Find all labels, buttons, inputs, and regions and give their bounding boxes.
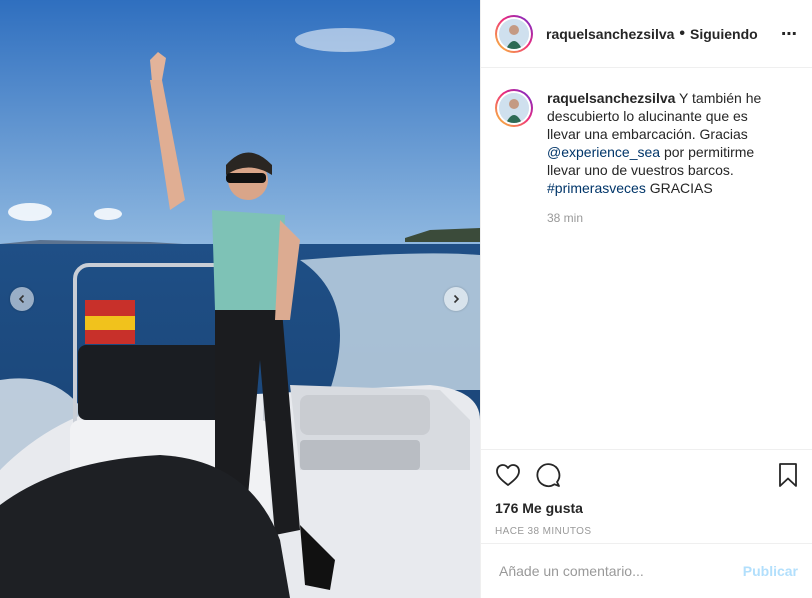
post-header: raquelsanchezsilva • Siguiendo ⋯ — [481, 0, 812, 68]
caption-part: GRACIAS — [645, 180, 713, 196]
caption-row: raquelsanchezsilva Y también he descubie… — [495, 89, 798, 197]
follow-status-button[interactable]: Siguiendo — [690, 26, 758, 42]
avatar-photo — [499, 93, 529, 123]
next-photo-button[interactable] — [444, 287, 468, 311]
post-photo[interactable] — [0, 0, 480, 598]
avatar-photo — [499, 18, 529, 49]
caption-text: raquelsanchezsilva Y también he descubie… — [547, 89, 779, 197]
publish-button[interactable]: Publicar — [743, 563, 798, 579]
avatar-frame — [497, 91, 531, 125]
instagram-post: raquelsanchezsilva • Siguiendo ⋯ raquels… — [0, 0, 812, 598]
bookmark-icon[interactable] — [778, 462, 798, 488]
caption-username[interactable]: raquelsanchezsilva — [547, 90, 675, 106]
chevron-right-icon — [453, 294, 460, 304]
avatar[interactable] — [495, 14, 533, 53]
avatar-frame — [497, 16, 531, 51]
post-date[interactable]: HACE 38 MINUTOS — [495, 526, 798, 537]
action-icons — [495, 462, 798, 488]
mention-link[interactable]: @experience_sea — [547, 144, 660, 160]
chevron-left-icon — [18, 294, 25, 304]
comment-icon[interactable] — [535, 462, 561, 488]
boat-photo-scene — [0, 0, 480, 598]
comments-area: raquelsanchezsilva Y también he descubie… — [481, 69, 812, 449]
heart-icon[interactable] — [495, 463, 521, 487]
likes-count[interactable]: 176 Me gusta — [495, 500, 798, 516]
post-actions: 176 Me gusta HACE 38 MINUTOS — [481, 449, 812, 537]
more-options-icon[interactable]: ⋯ — [781, 24, 798, 44]
avatar-image — [499, 18, 529, 49]
header-username[interactable]: raquelsanchezsilva — [546, 26, 674, 42]
avatar-image — [499, 93, 529, 123]
header-separator: • — [679, 24, 686, 42]
hashtag-link[interactable]: #primerasveces — [547, 180, 646, 196]
caption-timestamp: 38 min — [547, 211, 584, 225]
add-comment-bar: Publicar — [481, 543, 812, 598]
caption-avatar[interactable] — [495, 89, 533, 127]
comment-input[interactable] — [497, 562, 743, 580]
post-side-panel: raquelsanchezsilva • Siguiendo ⋯ raquels… — [480, 0, 812, 598]
previous-photo-button[interactable] — [10, 287, 34, 311]
